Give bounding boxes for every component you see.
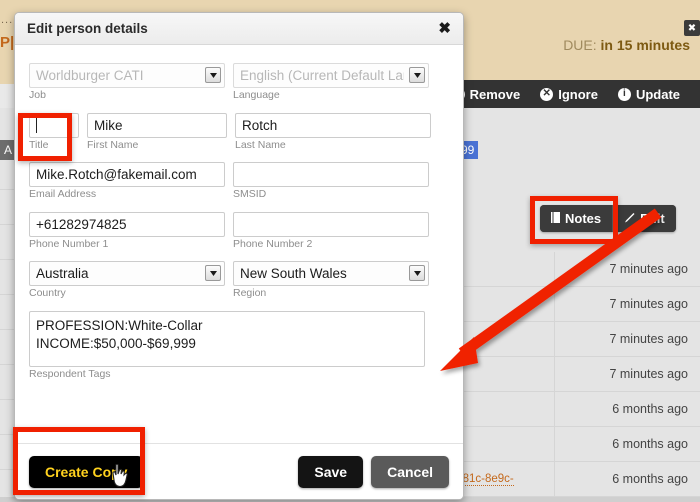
table-cell-time: 7 minutes ago	[555, 367, 700, 381]
table-cell-time: 6 months ago	[555, 472, 700, 486]
pencil-icon	[624, 211, 635, 226]
field-label-language: Language	[233, 90, 429, 102]
toolbar-item-ignore[interactable]: ✕ Ignore	[530, 87, 608, 102]
title-input-wrapper[interactable]	[29, 113, 79, 138]
field-label-respondent-tags: Respondent Tags	[29, 369, 425, 381]
field-smsid: SMSID	[233, 162, 429, 201]
field-label-smsid: SMSID	[233, 189, 429, 201]
record-action-buttons: Notes Edit	[540, 205, 676, 232]
notes-icon	[551, 211, 560, 226]
toolbar-item-update[interactable]: i Update	[608, 87, 690, 102]
table-row[interactable]: 7 minutes ago	[440, 322, 700, 357]
field-job: Worldburger CATI Job	[29, 63, 225, 102]
table-cell-time: 7 minutes ago	[555, 332, 700, 346]
field-label-email: Email Address	[29, 189, 225, 201]
activity-table: 7 minutes ago 7 minutes ago 7 minutes ag…	[440, 252, 700, 497]
toolbar-remove-label: Remove	[470, 87, 521, 102]
edit-button-label: Edit	[640, 211, 665, 226]
field-title: Title	[29, 113, 79, 152]
cancel-button[interactable]: Cancel	[371, 456, 449, 488]
region-select-wrapper[interactable]: New South Wales	[233, 261, 429, 286]
phone-number-2-input[interactable]	[233, 212, 429, 237]
table-row[interactable]: 7 minutes ago	[440, 252, 700, 287]
edit-person-dialog: Edit person details ✖ Worldburger CATI J…	[14, 12, 464, 500]
field-first-name: First Name	[87, 113, 227, 152]
form-row-job-language: Worldburger CATI Job English (Current De…	[29, 63, 449, 102]
background-orange-label: P|	[0, 34, 14, 51]
language-select[interactable]: English (Current Default Lang	[233, 63, 429, 88]
background-ellipsis-text: ...	[1, 14, 13, 26]
field-phone2: Phone Number 2	[233, 212, 429, 251]
page-title: Edit person details	[27, 21, 148, 36]
form-row-tags: PROFESSION:White-Collar INCOME:$50,000-$…	[29, 311, 449, 381]
dialog-body: Worldburger CATI Job English (Current De…	[15, 45, 463, 443]
create-copy-button[interactable]: Create Copy	[29, 456, 143, 488]
first-name-input[interactable]	[87, 113, 227, 138]
form-row-name: Title First Name Last Name	[29, 113, 449, 152]
close-icon[interactable]: ✖	[438, 21, 451, 36]
region-select[interactable]: New South Wales	[233, 261, 429, 286]
table-cell-time: 7 minutes ago	[555, 262, 700, 276]
field-country: Australia Country	[29, 261, 225, 300]
smsid-input[interactable]	[233, 162, 429, 187]
field-label-title: Title	[29, 140, 79, 152]
field-label-last-name: Last Name	[235, 140, 431, 152]
field-label-job: Job	[29, 90, 225, 102]
table-row[interactable]: d-481c-8e9c- 6 months ago	[440, 462, 700, 497]
table-cell-time: 6 months ago	[555, 437, 700, 451]
notes-button[interactable]: Notes	[540, 205, 612, 232]
country-select[interactable]: Australia	[29, 261, 225, 286]
toolbar-ignore-label: Ignore	[558, 87, 598, 102]
table-row[interactable]: 6 months ago	[440, 392, 700, 427]
form-row-location: Australia Country New South Wales	[29, 261, 449, 300]
field-label-country: Country	[29, 288, 225, 300]
notes-button-label: Notes	[565, 211, 601, 226]
footer-primary-actions: Save Cancel	[298, 456, 449, 488]
field-phone1: Phone Number 1	[29, 212, 225, 251]
background-action-toolbar: ✕ Remove ✕ Ignore i Update	[438, 80, 700, 108]
job-select-wrapper[interactable]: Worldburger CATI	[29, 63, 225, 88]
due-value: in 15 minutes	[601, 37, 690, 53]
field-label-phone2: Phone Number 2	[233, 239, 429, 251]
field-label-phone1: Phone Number 1	[29, 239, 225, 251]
table-cell-time: 6 months ago	[555, 402, 700, 416]
table-row[interactable]: 7 minutes ago	[440, 287, 700, 322]
job-select[interactable]: Worldburger CATI	[29, 63, 225, 88]
table-cell-time: 7 minutes ago	[555, 297, 700, 311]
save-button[interactable]: Save	[298, 456, 363, 488]
respondent-tags-textarea[interactable]: PROFESSION:White-Collar INCOME:$50,000-$…	[29, 311, 425, 367]
screenshot-root: ... P| DUE: in 15 minutes ✖ ✕ Remove ✕ I…	[0, 0, 700, 502]
dialog-header: Edit person details ✖	[15, 13, 463, 45]
dialog-footer: Create Copy Save Cancel	[15, 443, 463, 499]
field-label-region: Region	[233, 288, 429, 300]
country-select-wrapper[interactable]: Australia	[29, 261, 225, 286]
background-close-icon[interactable]: ✖	[684, 20, 700, 36]
field-language: English (Current Default Lang Language	[233, 63, 429, 102]
form-row-phones: Phone Number 1 Phone Number 2	[29, 212, 449, 251]
due-prefix: DUE:	[563, 37, 596, 53]
info-circle-icon: i	[618, 88, 631, 101]
phone-number-1-input[interactable]	[29, 212, 225, 237]
ignore-circle-icon: ✕	[540, 88, 553, 101]
field-region: New South Wales Region	[233, 261, 429, 300]
toolbar-update-label: Update	[636, 87, 680, 102]
field-last-name: Last Name	[235, 113, 431, 152]
field-label-first-name: First Name	[87, 140, 227, 152]
last-name-input[interactable]	[235, 113, 431, 138]
table-row[interactable]: 6 months ago	[440, 427, 700, 462]
table-row[interactable]: 7 minutes ago	[440, 357, 700, 392]
text-caret	[36, 117, 37, 133]
edit-button[interactable]: Edit	[612, 205, 676, 232]
form-row-email-smsid: Email Address SMSID	[29, 162, 449, 201]
language-select-wrapper[interactable]: English (Current Default Lang	[233, 63, 429, 88]
field-respondent-tags: PROFESSION:White-Collar INCOME:$50,000-$…	[29, 311, 425, 381]
email-field[interactable]	[29, 162, 225, 187]
due-status: DUE: in 15 minutes	[563, 37, 690, 53]
field-email: Email Address	[29, 162, 225, 201]
